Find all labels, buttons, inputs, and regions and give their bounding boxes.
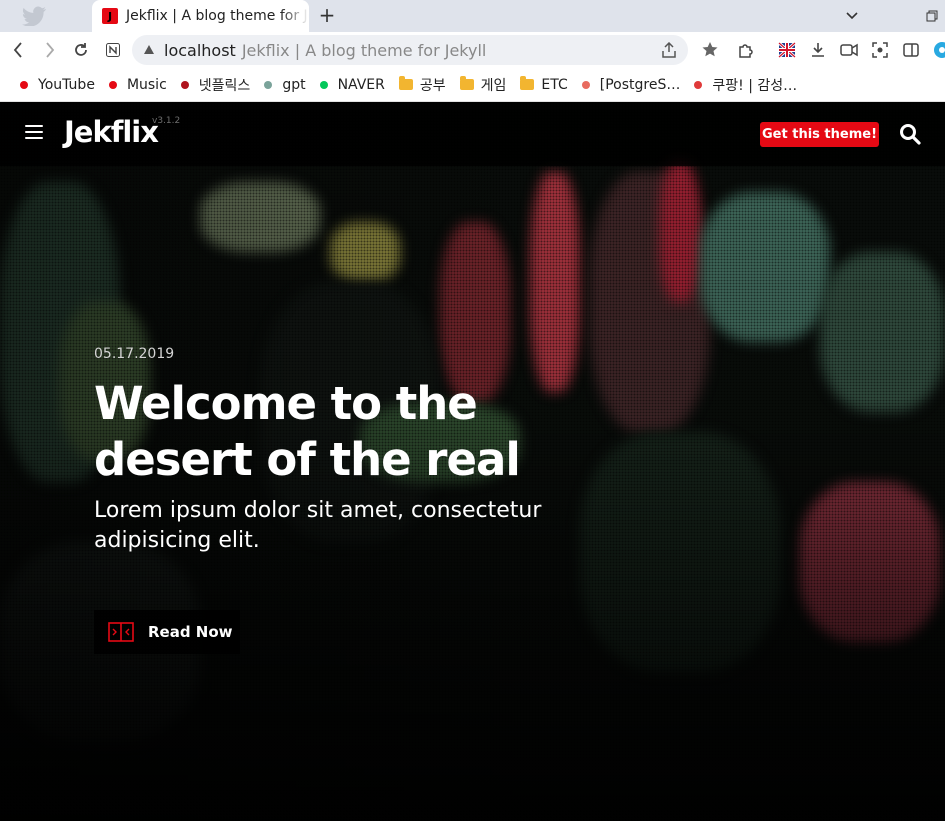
- site-info-icon[interactable]: [142, 43, 156, 57]
- bookmark-item[interactable]: NAVER: [319, 76, 385, 93]
- share-icon[interactable]: [660, 41, 678, 59]
- read-now-button[interactable]: Read Now: [94, 610, 240, 654]
- post-subtitle: Lorem ipsum dolor sit amet, consectetur …: [94, 498, 542, 553]
- bookmark-favicon-icon: [180, 80, 189, 89]
- bookmark-item[interactable]: Music: [108, 76, 167, 93]
- jekflix-page: Jekflix v3.1.2 Get this theme! 05.17.201…: [0, 102, 945, 821]
- extensions-puzzle-icon[interactable]: [736, 40, 756, 60]
- bookmark-label: YouTube: [38, 76, 95, 93]
- bookmark-item[interactable]: ETC: [520, 76, 568, 93]
- folder-icon: [398, 76, 413, 90]
- bookmark-item[interactable]: 쿠팡! | 감성…: [694, 75, 797, 95]
- star-bookmark-icon[interactable]: [700, 40, 720, 60]
- reload-icon[interactable]: [69, 38, 93, 62]
- folder-icon: [520, 76, 535, 90]
- notion-icon[interactable]: [101, 38, 125, 62]
- screenshot-capture-icon[interactable]: [870, 40, 890, 60]
- version-badge: v3.1.2: [152, 116, 181, 126]
- bookmark-item[interactable]: 넷플릭스: [180, 75, 251, 95]
- bird-icon: [22, 6, 46, 26]
- tab-list-chevron-down-icon[interactable]: [842, 6, 862, 26]
- bookmarks-bar: YouTube Music 넷플릭스 gpt NAVER 공부 게임 ETC [PostgreS…: [0, 68, 945, 102]
- bookmark-item[interactable]: 공부: [398, 75, 446, 95]
- site-header: Jekflix v3.1.2 Get this theme!: [0, 102, 945, 166]
- bookmark-label: Music: [126, 76, 167, 93]
- new-tab-icon[interactable]: +: [315, 3, 339, 27]
- bookmark-label: gpt: [282, 76, 306, 93]
- bookmark-item[interactable]: gpt: [264, 76, 306, 93]
- uk-flag-icon[interactable]: [777, 40, 797, 60]
- url-page-title: Jekflix | A blog theme for Jekyll: [241, 40, 487, 60]
- bookmark-label: NAVER: [337, 76, 385, 93]
- post-title[interactable]: Welcome to the desert of the real: [94, 376, 554, 488]
- bookmark-item[interactable]: 게임: [459, 75, 507, 95]
- bookmark-item[interactable]: [PostgreS…: [581, 76, 681, 93]
- hamburger-menu-icon[interactable]: [25, 125, 43, 139]
- url-host: localhost: [164, 40, 236, 60]
- back-arrow-icon[interactable]: [6, 38, 30, 62]
- forward-arrow-icon[interactable]: [38, 38, 62, 62]
- bookmark-favicon-icon: [694, 80, 703, 89]
- read-now-label: Read Now: [148, 623, 233, 641]
- bookmark-favicon-icon: [581, 80, 590, 89]
- sidebar-toggle-icon[interactable]: [901, 40, 921, 60]
- post-date: 05.17.2019: [94, 346, 175, 362]
- browser-toolbar: localhost Jekflix | A blog theme for Jek…: [0, 32, 945, 68]
- address-bar[interactable]: localhost Jekflix | A blog theme for Jek…: [132, 35, 688, 65]
- bookmark-label: 공부: [419, 77, 446, 94]
- bookmark-item[interactable]: YouTube: [20, 77, 95, 93]
- browser-tab-bar: J Jekflix | A blog theme for Jekyll +: [0, 0, 945, 32]
- restore-window-icon[interactable]: [922, 6, 942, 26]
- bookmark-favicon-icon: [319, 80, 328, 89]
- bookmark-favicon-icon: [20, 80, 28, 89]
- search-icon[interactable]: [899, 123, 921, 145]
- bookmark-label: ETC: [541, 76, 568, 93]
- bookmark-favicon-icon: [264, 80, 273, 89]
- media-video-icon[interactable]: [839, 40, 859, 60]
- folder-icon: [459, 76, 474, 90]
- jekflix-favicon-icon: J: [102, 8, 118, 24]
- pinned-tab-area[interactable]: [0, 0, 92, 32]
- bookmark-label: 쿠팡! | 감성…: [712, 77, 798, 94]
- bookmark-label: 게임: [480, 77, 507, 94]
- profile-avatar-icon[interactable]: [930, 40, 945, 60]
- download-icon[interactable]: [808, 40, 828, 60]
- bookmark-favicon-icon: [108, 80, 117, 89]
- bookmark-label: [PostgreS…: [599, 76, 681, 93]
- site-logo[interactable]: Jekflix: [64, 115, 159, 149]
- bookmark-label: 넷플릭스: [198, 77, 251, 94]
- book-icon: [108, 622, 134, 642]
- active-tab[interactable]: J Jekflix | A blog theme for Jekyll: [92, 0, 309, 32]
- get-theme-button[interactable]: Get this theme!: [760, 122, 879, 147]
- hero-section: 05.17.2019 Welcome to the desert of the …: [94, 346, 554, 556]
